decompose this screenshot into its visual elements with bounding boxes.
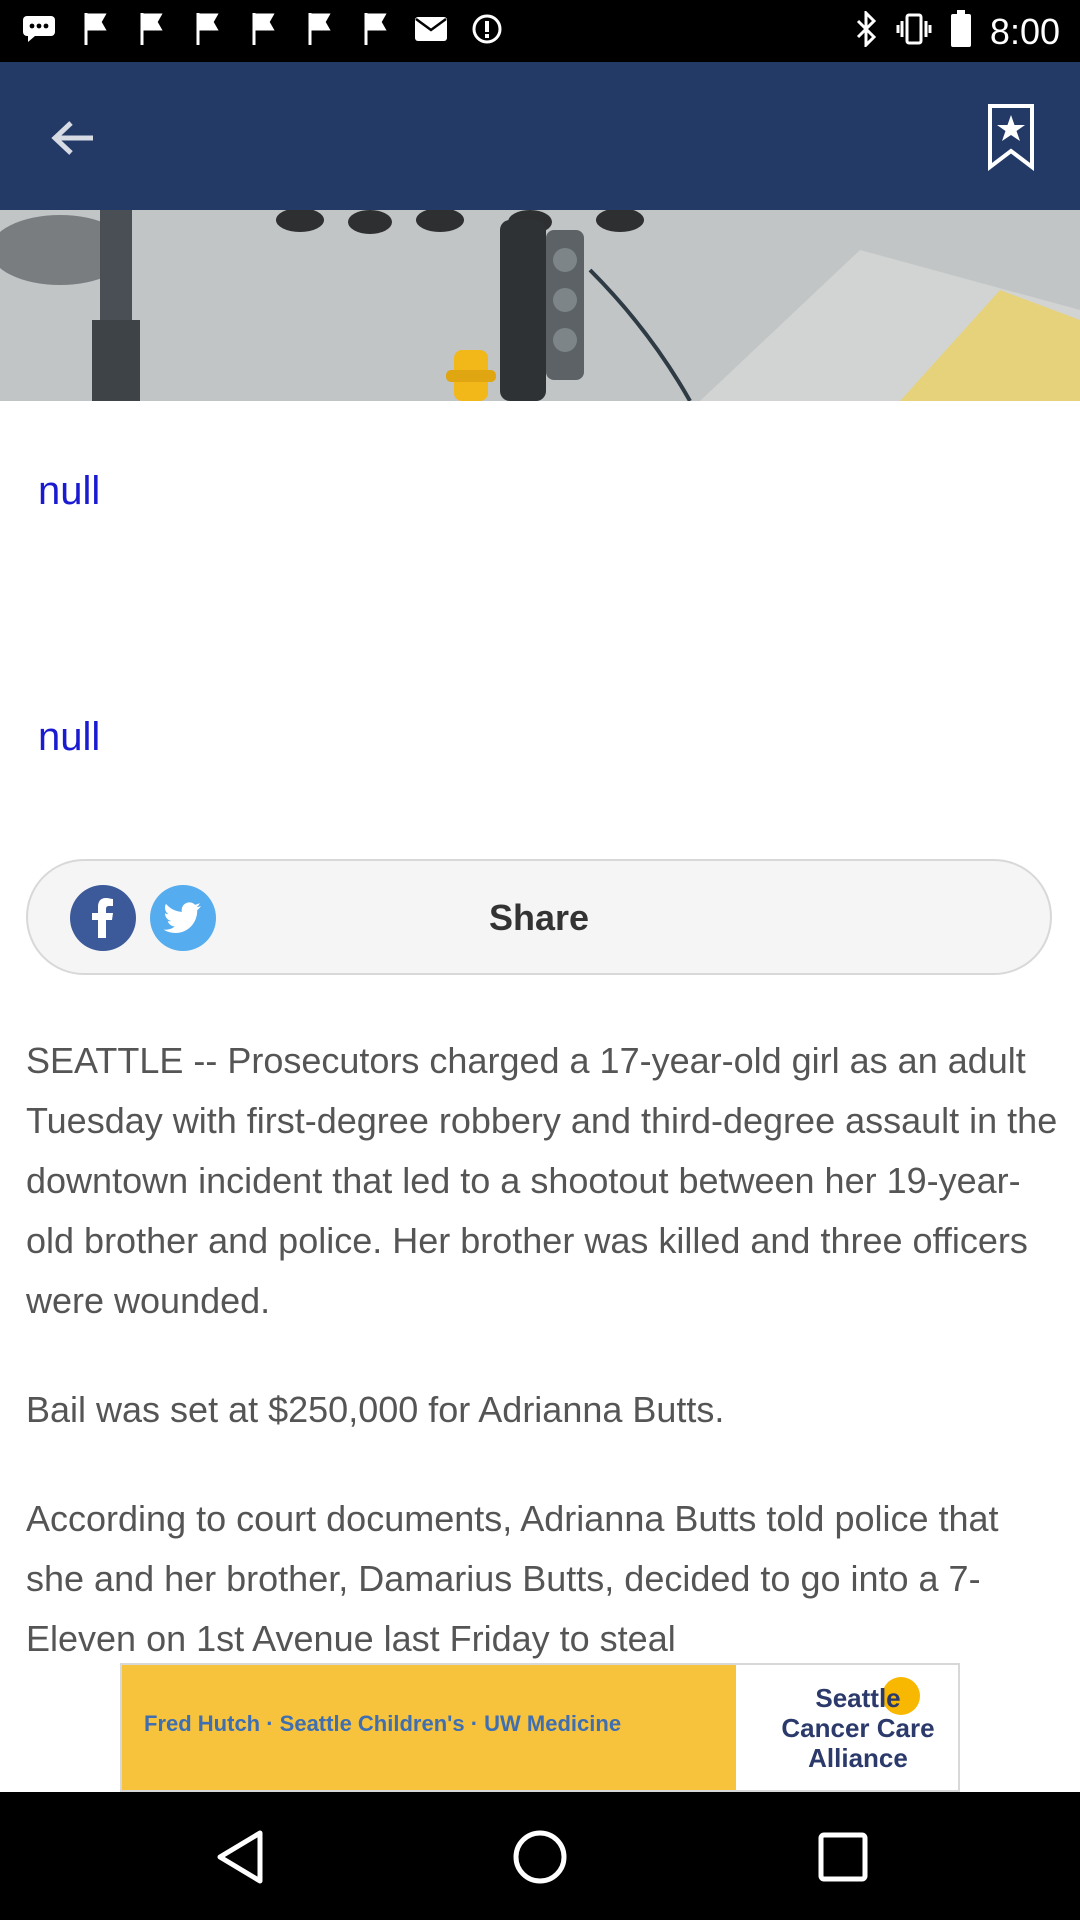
share-label: Share	[488, 897, 590, 938]
alert-icon	[470, 12, 504, 46]
nav-back-button[interactable]	[205, 1822, 275, 1892]
arrow-left-icon	[51, 121, 93, 155]
flag-icon	[302, 12, 336, 46]
nav-recents-button[interactable]	[808, 1822, 878, 1892]
nav-back-icon	[217, 1830, 263, 1884]
battery-icon	[950, 10, 972, 53]
app-bar	[0, 62, 1080, 210]
back-button[interactable]	[40, 108, 106, 168]
article-content: null null Share SEATTLE -- Prosecutors c…	[0, 401, 1080, 1663]
ad-logo-panel: Seattle Cancer Care Alliance	[736, 1665, 958, 1790]
article-paragraph: SEATTLE -- Prosecutors charged a 17-year…	[26, 1040, 1058, 1321]
flag-icon	[78, 12, 112, 46]
notification-icons	[22, 12, 504, 46]
street-photo	[0, 210, 1080, 401]
bookmark-button[interactable]	[982, 100, 1040, 174]
null-link[interactable]: null	[38, 715, 100, 760]
status-bar: 8:00	[0, 0, 1080, 62]
status-time: 8:00	[989, 10, 1060, 52]
system-nav-bar	[0, 1792, 1080, 1920]
system-status: 8:00	[854, 9, 1060, 53]
vibrate-icon	[896, 11, 932, 52]
flag-icon	[358, 12, 392, 46]
nav-home-button[interactable]	[505, 1822, 575, 1892]
flag-icon	[246, 12, 280, 46]
null-link[interactable]: null	[38, 469, 100, 514]
article-paragraph: According to court documents, Adrianna B…	[26, 1498, 999, 1659]
mail-icon	[414, 12, 448, 46]
ad-banner[interactable]: Fred Hutch · Seattle Children's · UW Med…	[120, 1663, 960, 1792]
nav-recents-icon	[818, 1832, 868, 1882]
flag-icon	[190, 12, 224, 46]
nav-home-icon	[513, 1830, 567, 1884]
chat-icon	[22, 12, 56, 46]
flag-icon	[134, 12, 168, 46]
ad-partner-text: Fred Hutch · Seattle Children's · UW Med…	[144, 1711, 622, 1736]
article-body: SEATTLE -- Prosecutors charged a 17-year…	[26, 1031, 1066, 1663]
share-bar[interactable]: Share	[26, 859, 1052, 975]
bluetooth-icon	[854, 9, 878, 52]
article-hero-image	[0, 210, 1080, 401]
bookmark-star-icon	[988, 104, 1034, 171]
article-paragraph: Bail was set at $250,000 for Adrianna Bu…	[26, 1389, 725, 1430]
ad-org-name: Seattle Cancer Care Alliance	[781, 1683, 935, 1773]
